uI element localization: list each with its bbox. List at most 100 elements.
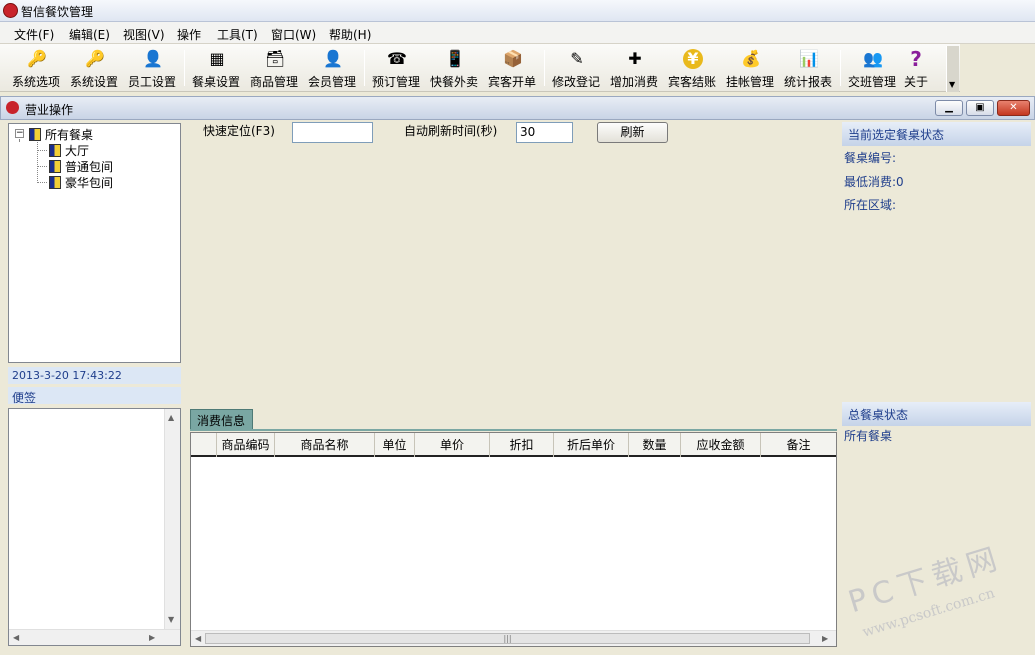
toolbar-button-checkout[interactable]: ¥ 宾客结账 [664,46,720,90]
toolbar-button-takeout[interactable]: 📱 快餐外卖 [426,46,482,90]
table-group-icon [49,144,61,157]
toolbar-button-table-settings[interactable]: ▦ 餐桌设置 [188,46,244,90]
consumption-grid: 商品编码 商品名称 单位 单价 折扣 折后单价 数量 应收金额 备注 ◀ |||… [190,432,837,647]
app-icon [6,101,19,114]
total-table-status-header: 总餐桌状态 [842,402,1031,426]
app-icon [3,3,18,18]
chart-icon: 📊 [799,49,819,68]
tree-node-hall[interactable]: 大厅 [49,142,89,159]
toolbar-button-open-order[interactable]: 📦 宾客开单 [484,46,540,90]
toolbar-button-goods[interactable]: 🗃 商品管理 [246,46,302,90]
all-tables-label: 所有餐桌 [844,429,893,443]
column-header[interactable]: 商品名称 [275,433,375,457]
close-button[interactable]: ✕ [997,100,1030,116]
scroll-up-icon[interactable]: ▲ [168,413,174,422]
column-header[interactable]: 商品编码 [217,433,275,457]
tree-node-standard-room[interactable]: 普通包间 [49,158,113,175]
minimum-consumption-label: 最低消费:0 [844,175,904,189]
toolbar-button-modify-register[interactable]: ✎ 修改登记 [548,46,604,90]
grid-horizontal-scrollbar[interactable]: ◀ ||| ▶ [191,630,836,646]
table-group-icon [49,160,61,173]
column-header[interactable]: 折后单价 [554,433,629,457]
toolbar-label: 修改登记 [551,75,600,89]
close-icon: ✕ [1009,102,1018,113]
maximize-button[interactable]: ▣ [966,100,994,116]
tree-node-label: 普通包间 [65,160,114,174]
current-table-status-header: 当前选定餐桌状态 [842,122,1031,146]
collapse-icon[interactable]: − [15,129,24,138]
filter-bar [188,120,838,147]
toolbar-button-staff-settings[interactable]: 👤 员工设置 [124,46,180,90]
restore-icon: ▣ [975,102,985,113]
toolbar-button-reports[interactable]: 📊 统计报表 [780,46,836,90]
tab-underline [190,429,837,431]
column-header[interactable]: 单价 [415,433,490,457]
table-status-area [188,148,838,404]
title-bar: 智信餐饮管理 [0,0,1035,22]
toolbar-label: 商品管理 [249,75,298,89]
moneybag-icon: 💰 [741,49,761,68]
toolbar-button-system-settings[interactable]: 🔑 系统设置 [66,46,122,90]
chevron-down-icon: ▼ [949,80,956,89]
menu-edit[interactable]: 编辑(E) [69,26,110,43]
toolbar-label: 挂帐管理 [725,75,774,89]
toolbar-label: 会员管理 [307,75,356,89]
child-window-titlebar: 营业操作 ▁ ▣ ✕ [0,96,1035,120]
quick-locate-input[interactable] [292,122,373,143]
key-icon: 🔑 [85,49,105,68]
grid-header: 商品编码 商品名称 单位 单价 折扣 折后单价 数量 应收金额 备注 [191,433,836,457]
menu-file[interactable]: 文件(F) [14,26,54,43]
toolbar-label: 快餐外卖 [429,75,478,89]
toolbar-button-reservations[interactable]: ☎ 预订管理 [368,46,424,90]
watermark: PC下载网 www.pcsoft.com.cn [844,540,1035,655]
memo-vertical-scrollbar[interactable]: ▲ ▼ [164,409,180,629]
toolbar-button-system-options[interactable]: 🔑 系统选项 [8,46,64,90]
minimize-icon: ▁ [945,102,953,113]
toolbar-label: 增加消费 [609,75,658,89]
column-header[interactable]: 备注 [761,433,836,457]
refresh-button[interactable]: 刷新 [597,122,668,143]
auto-refresh-input[interactable]: 30 [516,122,573,143]
table-icon: ▦ [209,49,225,68]
scroll-left-icon[interactable]: ◀ [195,634,201,643]
column-header[interactable]: 单位 [375,433,415,457]
column-header[interactable]: 数量 [629,433,681,457]
tree-node-deluxe-room[interactable]: 豪华包间 [49,174,113,191]
menu-operate[interactable]: 操作 [177,26,201,43]
memo-textarea[interactable]: ▲ ▼ ◀ ▶ [8,408,181,646]
toolbar-label: 宾客开单 [487,75,536,89]
scroll-thumb[interactable]: ||| [205,633,810,644]
toolbar-button-credit[interactable]: 💰 挂帐管理 [722,46,778,90]
scroll-left-icon[interactable]: ◀ [13,633,19,642]
tree-node-root[interactable]: 所有餐桌 [29,126,93,143]
current-datetime: 2013-3-20 17:43:22 [8,367,181,384]
toolbar-label: 宾客结账 [667,75,716,89]
column-header[interactable]: 应收金额 [681,433,761,457]
toolbar-button-members[interactable]: 👤 会员管理 [304,46,360,90]
phone-icon: ☎ [387,49,407,68]
area-label: 所在区域: [844,198,897,212]
user-icon: 👤 [143,49,163,68]
menu-tools[interactable]: 工具(T) [217,26,258,43]
user-icon: 👤 [323,49,343,68]
column-header[interactable]: 折扣 [490,433,554,457]
menu-window[interactable]: 窗口(W) [271,26,316,43]
scroll-down-icon[interactable]: ▼ [168,615,174,624]
toolbar-button-about[interactable]: ? 关于 [893,46,939,90]
menu-view[interactable]: 视图(V) [123,26,165,43]
menu-help[interactable]: 帮助(H) [329,26,371,43]
memo-horizontal-scrollbar[interactable]: ◀ ▶ [9,629,180,645]
tab-consume-info[interactable]: 消费信息 [190,409,253,429]
scroll-right-icon[interactable]: ▶ [822,634,828,643]
minimize-button[interactable]: ▁ [935,100,963,116]
key-icon: 🔑 [27,49,47,68]
mobile-icon: 📱 [445,49,465,68]
memo-header: 便签 [8,387,181,405]
table-group-icon [49,176,61,189]
toolbar-label: 餐桌设置 [191,75,240,89]
toolbar-button-add-consumption[interactable]: ✚ 增加消费 [606,46,662,90]
table-group-icon [29,128,41,141]
toolbar-overflow-button[interactable]: ▼ [946,46,959,92]
scroll-right-icon[interactable]: ▶ [149,633,155,642]
row-selector-column [191,433,217,457]
